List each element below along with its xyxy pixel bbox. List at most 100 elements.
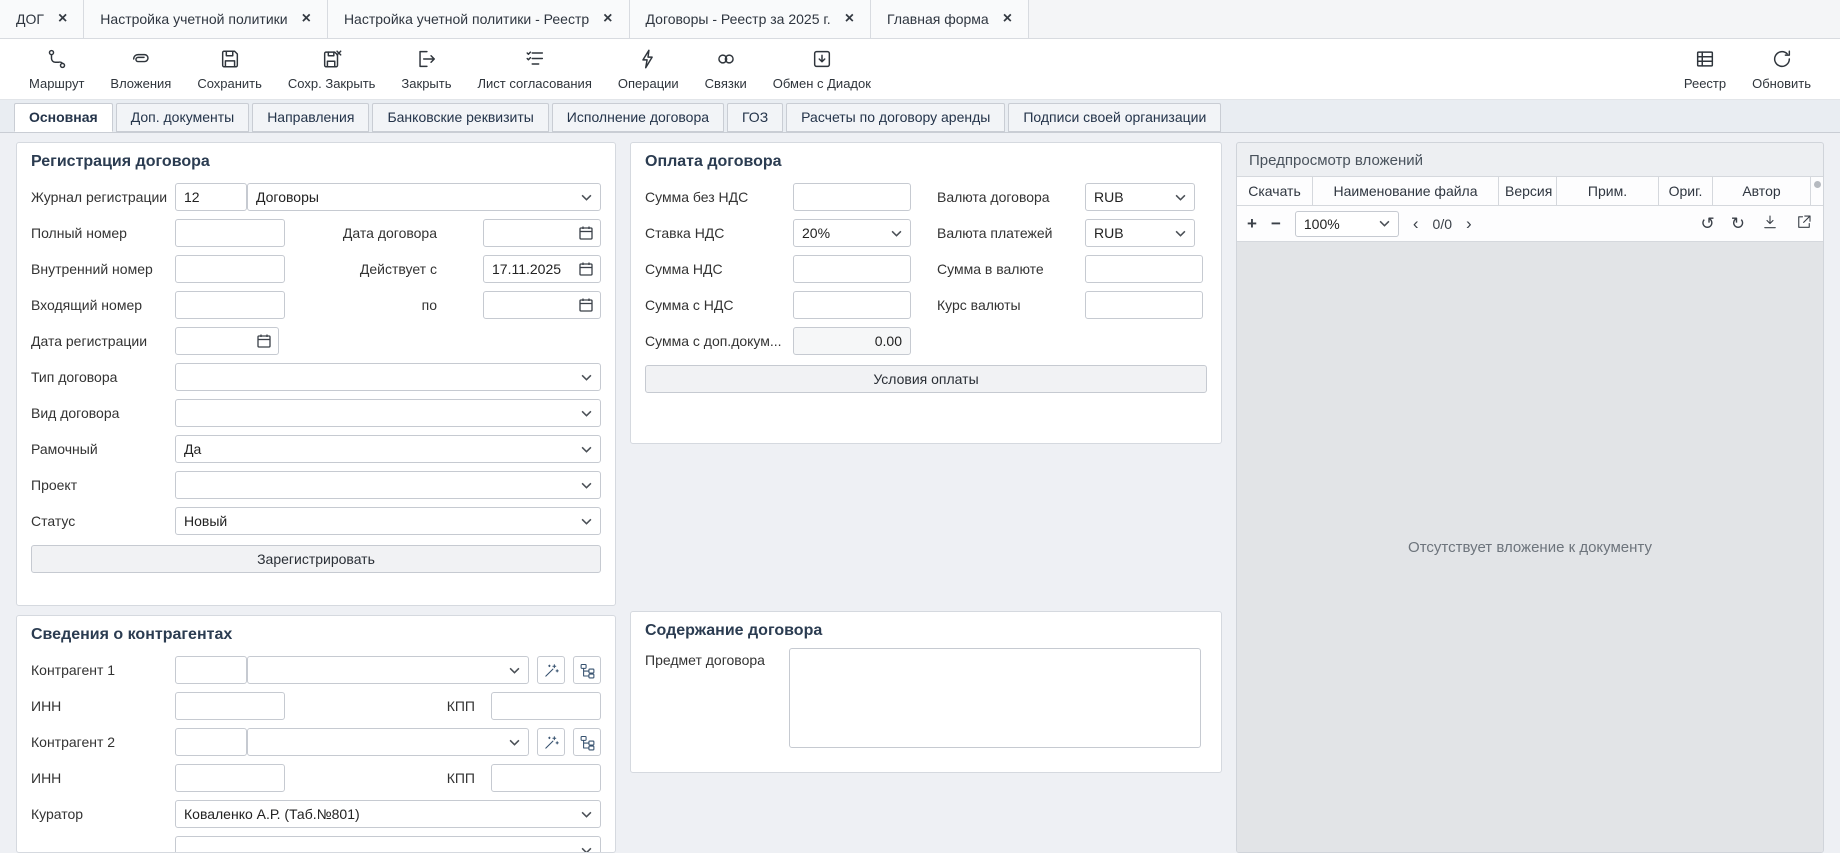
- window-tab-label: Настройка учетной политики: [100, 11, 287, 27]
- approval-sheet-button[interactable]: Лист согласования: [465, 48, 605, 91]
- tab-additional-documents[interactable]: Доп. документы: [116, 103, 249, 132]
- contract-type-select[interactable]: [175, 363, 601, 391]
- chevron-down-icon: [581, 410, 592, 417]
- registry-button[interactable]: Реестр: [1671, 48, 1739, 91]
- incoming-number-input[interactable]: [175, 291, 285, 319]
- links-button[interactable]: Связки: [692, 48, 760, 91]
- register-button[interactable]: Зарегистрировать: [31, 545, 601, 573]
- contractor1-code-input[interactable]: [175, 656, 247, 684]
- contractor2-pick-button[interactable]: [537, 728, 565, 756]
- subject-textarea[interactable]: [789, 648, 1201, 748]
- valid-to-input[interactable]: [483, 291, 601, 319]
- curator-select[interactable]: Коваленко А.Р. (Таб.№801): [175, 800, 601, 828]
- tab-close-icon[interactable]: ×: [603, 11, 612, 27]
- contractor1-pick-button[interactable]: [537, 656, 565, 684]
- zoom-in-button[interactable]: +: [1247, 215, 1257, 232]
- tab-lease-calculations[interactable]: Расчеты по договору аренды: [786, 103, 1005, 132]
- window-tab-dog[interactable]: ДОГ ×: [0, 0, 84, 38]
- tab-bank-details[interactable]: Банковские реквизиты: [372, 103, 548, 132]
- prev-page-button[interactable]: ‹: [1413, 215, 1419, 232]
- kpp1-input[interactable]: [491, 692, 601, 720]
- payment-currency-select[interactable]: RUB: [1085, 219, 1195, 247]
- zoom-select[interactable]: 100%: [1295, 211, 1399, 237]
- tab-close-icon[interactable]: ×: [58, 11, 67, 27]
- status-select[interactable]: Новый: [175, 507, 601, 535]
- approval-sheet-icon: [524, 48, 546, 73]
- next-page-button[interactable]: ›: [1466, 215, 1472, 232]
- tab-contract-execution[interactable]: Исполнение договора: [552, 103, 724, 132]
- contractor1-label: Контрагент 1: [31, 662, 175, 678]
- column-author[interactable]: Автор: [1713, 177, 1811, 205]
- attachments-button[interactable]: Вложения: [97, 48, 184, 91]
- window-tab-accounting-policy[interactable]: Настройка учетной политики ×: [84, 0, 328, 38]
- column-note[interactable]: Прим.: [1557, 177, 1659, 205]
- contractor2-select[interactable]: [247, 728, 529, 756]
- tab-close-icon[interactable]: ×: [845, 11, 854, 27]
- operations-button[interactable]: Операции: [605, 48, 692, 91]
- internal-number-input[interactable]: [175, 255, 285, 283]
- inn2-input[interactable]: [175, 764, 285, 792]
- vat-rate-select[interactable]: 20%: [793, 219, 911, 247]
- framework-select[interactable]: Да: [175, 435, 601, 463]
- contract-date-input[interactable]: [483, 219, 601, 247]
- preview-area: Отсутствует вложение к документу: [1237, 242, 1823, 852]
- contractor2-code-input[interactable]: [175, 728, 247, 756]
- column-download[interactable]: Скачать: [1237, 177, 1313, 205]
- journal-select[interactable]: Договоры: [247, 183, 601, 211]
- sum-in-currency-label: Сумма в валюте: [937, 261, 1085, 277]
- full-number-input[interactable]: [175, 219, 285, 247]
- contractor1-select[interactable]: [247, 656, 529, 684]
- tab-directions[interactable]: Направления: [252, 103, 369, 132]
- window-tab-contracts-registry[interactable]: Договоры - Реестр за 2025 г. ×: [630, 0, 872, 38]
- registration-date-label: Дата регистрации: [31, 333, 175, 349]
- sum-with-docs-input[interactable]: [793, 327, 911, 355]
- column-version[interactable]: Версия: [1499, 177, 1557, 205]
- sum-in-currency-input[interactable]: [1085, 255, 1203, 283]
- save-button[interactable]: Сохранить: [184, 48, 275, 91]
- tab-goz[interactable]: ГОЗ: [727, 103, 783, 132]
- sum-with-vat-input[interactable]: [793, 291, 911, 319]
- registration-date-input[interactable]: [175, 327, 279, 355]
- vat-rate-row: Ставка НДС 20%: [645, 215, 915, 251]
- zoom-out-button[interactable]: −: [1271, 215, 1281, 232]
- tab-close-icon[interactable]: ×: [302, 11, 311, 27]
- rotate-cw-icon[interactable]: ↻: [1731, 215, 1745, 232]
- download-attachment-icon[interactable]: [1761, 213, 1779, 235]
- inn2-row: ИНН КПП: [31, 760, 601, 796]
- payment-terms-button[interactable]: Условия оплаты: [645, 365, 1207, 393]
- window-tab-label: Настройка учетной политики - Реестр: [344, 11, 589, 27]
- scrollbar[interactable]: [1811, 177, 1823, 205]
- rotate-ccw-icon[interactable]: ↺: [1701, 215, 1715, 232]
- open-external-icon[interactable]: [1795, 213, 1813, 235]
- contractor2-hierarchy-button[interactable]: [573, 728, 601, 756]
- extra-select[interactable]: [175, 836, 601, 853]
- route-button[interactable]: Маршрут: [16, 48, 97, 91]
- window-tab-accounting-policy-registry[interactable]: Настройка учетной политики - Реестр ×: [328, 0, 630, 38]
- project-select[interactable]: [175, 471, 601, 499]
- currency-select[interactable]: RUB: [1085, 183, 1195, 211]
- contractor1-hierarchy-button[interactable]: [573, 656, 601, 684]
- window-tab-label: ДОГ: [16, 11, 44, 27]
- contract-kind-select[interactable]: [175, 399, 601, 427]
- counterparties-panel: Сведения о контрагентах Контрагент 1: [16, 615, 616, 853]
- save-close-button[interactable]: Сохр. Закрыть: [275, 48, 389, 91]
- tab-organization-signatures[interactable]: Подписи своей организации: [1008, 103, 1221, 132]
- column-filename[interactable]: Наименование файла: [1313, 177, 1499, 205]
- exchange-rate-row: Курс валюты: [937, 287, 1207, 323]
- column-original[interactable]: Ориг.: [1659, 177, 1713, 205]
- valid-from-input[interactable]: 17.11.2025: [483, 255, 601, 283]
- tab-close-icon[interactable]: ×: [1003, 11, 1012, 27]
- kpp2-input[interactable]: [491, 764, 601, 792]
- close-button[interactable]: Закрыть: [388, 48, 464, 91]
- contractor2-label: Контрагент 2: [31, 734, 175, 750]
- exchange-rate-input[interactable]: [1085, 291, 1203, 319]
- journal-code-input[interactable]: [175, 183, 247, 211]
- window-tab-main-form[interactable]: Главная форма ×: [871, 0, 1029, 38]
- diadoc-exchange-button[interactable]: Обмен с Диадок: [760, 48, 884, 91]
- sum-no-vat-input[interactable]: [793, 183, 911, 211]
- inn1-input[interactable]: [175, 692, 285, 720]
- refresh-button[interactable]: Обновить: [1739, 48, 1824, 91]
- tab-main[interactable]: Основная: [14, 103, 113, 132]
- links-icon: [715, 48, 737, 73]
- vat-sum-input[interactable]: [793, 255, 911, 283]
